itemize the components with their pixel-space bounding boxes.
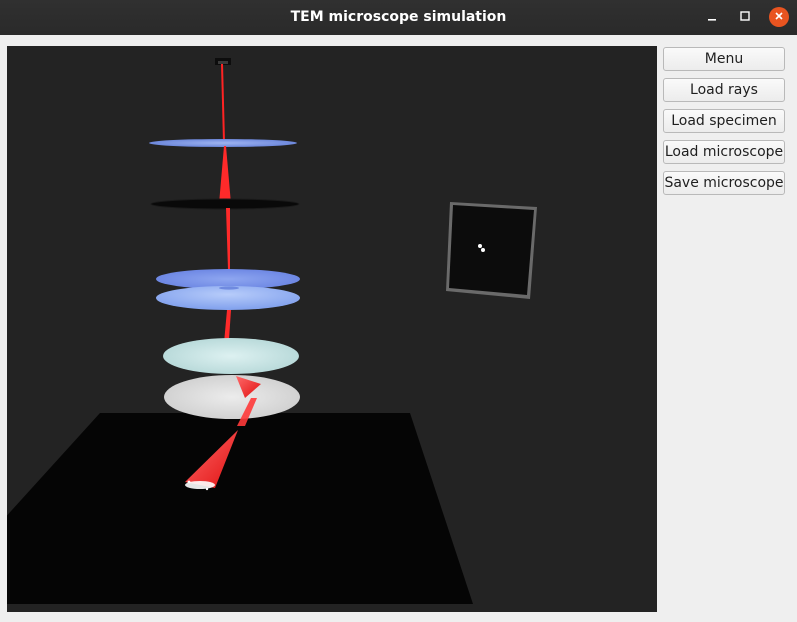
ray-beam-segment [226, 208, 230, 270]
speckle-dot [187, 480, 191, 484]
minimize-button[interactable] [702, 7, 722, 27]
diffraction-spot [478, 244, 482, 248]
load-rays-button[interactable]: Load rays [663, 78, 785, 102]
3d-viewport[interactable] [7, 46, 657, 612]
menu-button[interactable]: Menu [663, 47, 785, 71]
floor-plane [7, 413, 473, 604]
electron-source-tip [218, 61, 228, 64]
title-bar: TEM microscope simulation [0, 0, 797, 35]
minimize-icon [707, 8, 717, 26]
condenser-lens-1 [149, 139, 297, 147]
load-specimen-button[interactable]: Load specimen [663, 109, 785, 133]
speckle-dot [205, 487, 209, 491]
ray-beam-segment [219, 146, 231, 204]
window-title: TEM microscope simulation [290, 9, 507, 25]
load-microscope-button[interactable]: Load microscope [663, 140, 785, 164]
maximize-icon [740, 8, 750, 26]
ray-beam-segment [221, 64, 225, 142]
application-window: TEM microscope simulation Menu Load rays… [0, 0, 797, 622]
objective-lens-lower [156, 286, 300, 310]
save-microscope-button[interactable]: Save microscope [663, 171, 785, 195]
close-button[interactable] [769, 7, 789, 27]
microscope-scene[interactable] [7, 46, 657, 612]
projector-lens [164, 375, 300, 419]
diffraction-spot [481, 248, 485, 252]
close-icon [774, 8, 784, 26]
intermediate-lens [163, 338, 299, 374]
aperture-disc [150, 198, 300, 210]
detector-screen [449, 205, 534, 295]
specimen-spot [219, 286, 239, 290]
maximize-button[interactable] [735, 7, 755, 27]
